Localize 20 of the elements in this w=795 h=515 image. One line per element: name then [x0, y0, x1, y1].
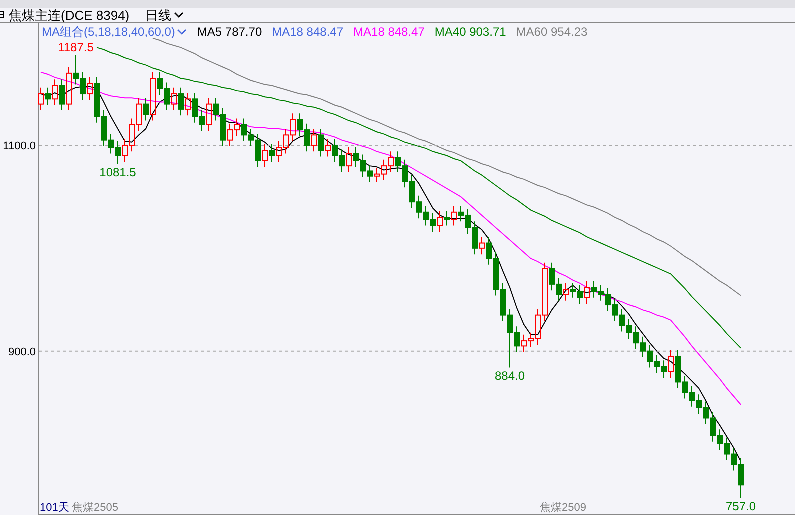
- caret-icon: [174, 12, 184, 18]
- axis-label: 101天: [40, 502, 70, 514]
- indicator-value: MA5 787.70: [197, 24, 262, 40]
- axis-label: 焦煤2509: [540, 502, 586, 514]
- indicator-value: MA60 954.23: [516, 24, 588, 40]
- indicator-dropdown[interactable]: MA组合(5,18,18,40,60,0): [42, 24, 188, 40]
- period-dropdown[interactable]: 日线: [146, 8, 184, 22]
- price-label: 1081.5: [100, 166, 136, 180]
- axis-label: 900.0: [8, 346, 36, 358]
- caret-icon: [177, 28, 188, 36]
- axis-label: 焦煤2505: [72, 502, 118, 514]
- indicator-value: MA18 848.47: [272, 24, 344, 40]
- price-label: 884.0: [494, 368, 526, 383]
- panel-icon[interactable]: [0, 11, 5, 19]
- indicator-value: MA18 848.47: [354, 24, 425, 40]
- instrument-title: 焦煤主连(DCE 8394): [9, 8, 130, 22]
- price-label: 1187.5: [58, 40, 94, 54]
- indicator-value: MA40 903.71: [434, 24, 506, 40]
- price-label: 757.0: [726, 500, 756, 514]
- axis-label: 1100.0: [3, 140, 36, 152]
